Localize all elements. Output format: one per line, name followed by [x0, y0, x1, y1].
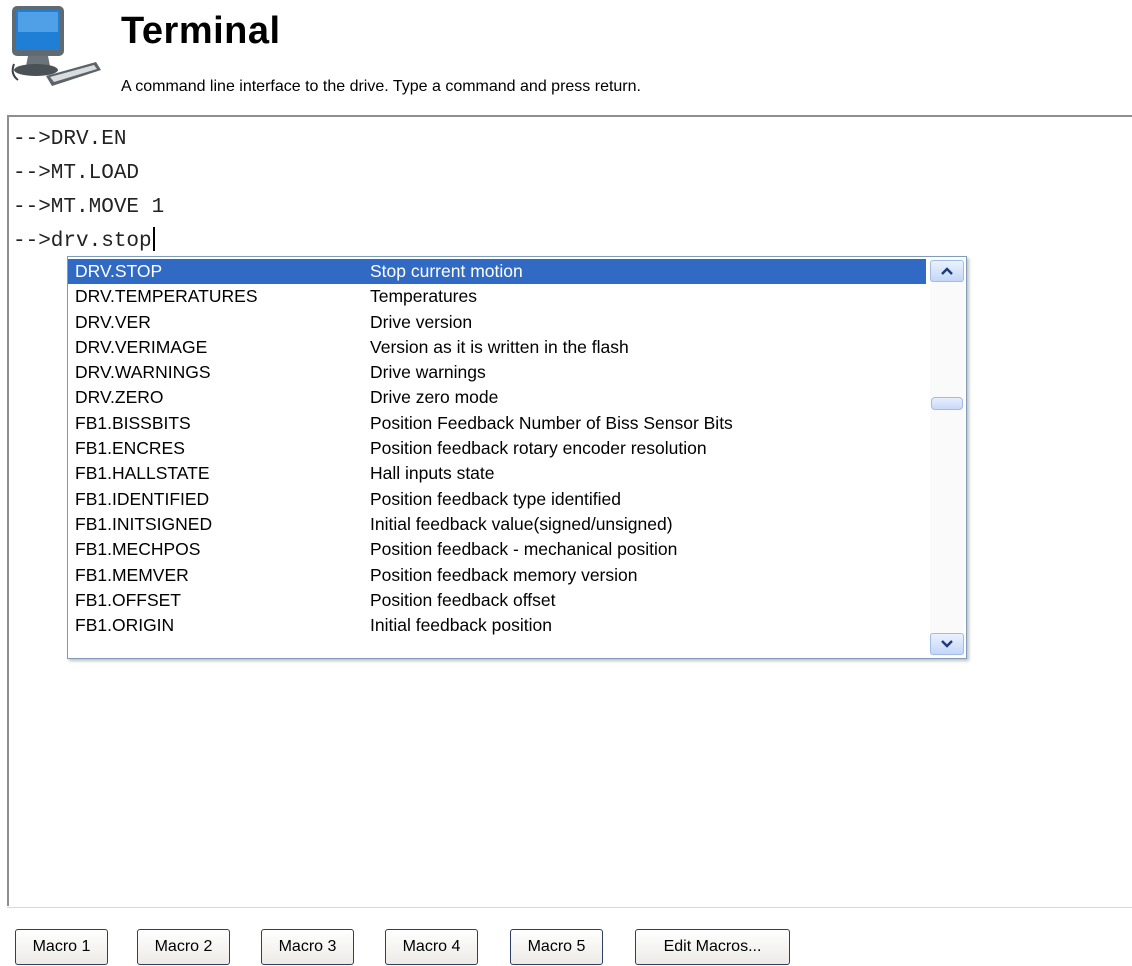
autocomplete-description: Drive version — [370, 311, 473, 332]
scroll-thumb[interactable] — [931, 397, 963, 410]
autocomplete-command: DRV.STOP — [75, 261, 163, 281]
autocomplete-description: Initial feedback value(signed/unsigned) — [370, 513, 673, 534]
autocomplete-item[interactable]: DRV.VERIMAGE Version as it is written in … — [68, 335, 926, 360]
autocomplete-command: FB1.OFFSET — [75, 589, 181, 610]
autocomplete-item[interactable]: FB1.ENCRES Position feedback rotary encod… — [68, 436, 926, 461]
page-title: Terminal — [121, 10, 281, 52]
terminal-input-line[interactable]: -->drv.stop — [13, 225, 164, 259]
macro-4-button[interactable]: Macro 4 — [385, 929, 478, 965]
autocomplete-description: Position feedback rotary encoder resolut… — [370, 438, 707, 459]
chevron-up-icon — [940, 266, 954, 276]
autocomplete-description: Stop current motion — [370, 261, 523, 281]
page-subtitle: A command line interface to the drive. T… — [121, 78, 641, 95]
autocomplete-item[interactable]: FB1.BISSBITS Position Feedback Number of … — [68, 411, 926, 436]
macro-5-button[interactable]: Macro 5 — [510, 929, 603, 965]
autocomplete-command: FB1.BISSBITS — [75, 412, 191, 433]
autocomplete-description: Drive zero mode — [370, 387, 499, 408]
autocomplete-item[interactable]: DRV.TEMPERATURES Temperatures — [68, 284, 926, 309]
autocomplete-command: FB1.HALLSTATE — [75, 463, 210, 484]
autocomplete-command: DRV.WARNINGS — [75, 362, 211, 383]
autocomplete-description: Position feedback - mechanical position — [370, 539, 678, 560]
text-caret — [152, 227, 155, 251]
autocomplete-scrollbar[interactable] — [930, 259, 964, 656]
autocomplete-command: FB1.MEMVER — [75, 564, 189, 585]
scroll-down-button[interactable] — [930, 633, 964, 655]
autocomplete-item[interactable]: FB1.INITSIGNED Initial feedback value(sig… — [68, 512, 926, 537]
autocomplete-description: Position feedback type identified — [370, 488, 621, 509]
autocomplete-description: Position feedback memory version — [370, 564, 638, 585]
autocomplete-item[interactable]: FB1.MECHPOS Position feedback - mechanica… — [68, 537, 926, 562]
terminal-output: -->DRV.EN -->MT.LOAD -->MT.MOVE 1 -->drv… — [13, 123, 164, 259]
autocomplete-description: Position Feedback Number of Biss Sensor … — [370, 412, 733, 433]
macro-2-button[interactable]: Macro 2 — [137, 929, 230, 965]
autocomplete-command: FB1.IDENTIFIED — [75, 488, 210, 509]
autocomplete-command: DRV.TEMPERATURES — [75, 286, 258, 307]
autocomplete-item[interactable]: DRV.STOP Stop current motion — [68, 259, 926, 285]
terminal-input-text[interactable]: -->drv.stop — [13, 230, 152, 253]
terminal-line: -->MT.MOVE 1 — [13, 196, 165, 219]
autocomplete-item[interactable]: FB1.ORIGIN Initial feedback position — [68, 613, 926, 638]
autocomplete-command: FB1.MECHPOS — [75, 539, 201, 560]
autocomplete-item[interactable]: FB1.OFFSET Position feedback offset — [68, 588, 926, 613]
terminal-line: -->DRV.EN — [13, 128, 127, 151]
divider — [7, 907, 1132, 908]
autocomplete-item[interactable]: FB1.MEMVER Position feedback memory versi… — [68, 563, 926, 588]
edit-macros-button[interactable]: Edit Macros... — [635, 929, 790, 965]
autocomplete-command: DRV.VERIMAGE — [75, 336, 208, 357]
autocomplete-description: Hall inputs state — [370, 463, 495, 484]
autocomplete-description: Initial feedback position — [370, 615, 552, 636]
computer-terminal-icon — [6, 4, 102, 96]
autocomplete-description: Drive warnings — [370, 362, 486, 383]
autocomplete-item[interactable]: DRV.WARNINGS Drive warnings — [68, 360, 926, 385]
terminal-line: -->MT.LOAD — [13, 162, 140, 185]
autocomplete-item[interactable]: DRV.VER Drive version — [68, 310, 926, 335]
autocomplete-description: Temperatures — [370, 286, 477, 307]
autocomplete-command: DRV.ZERO — [75, 387, 164, 408]
autocomplete-items: DRV.STOP Stop current motion DRV.TEMPERATU… — [68, 259, 926, 638]
autocomplete-description: Position feedback offset — [370, 589, 556, 610]
autocomplete-item[interactable]: FB1.IDENTIFIED Position feedback type ide… — [68, 487, 926, 512]
macro-3-button[interactable]: Macro 3 — [261, 929, 354, 965]
scroll-up-button[interactable] — [930, 260, 964, 282]
autocomplete-description: Version as it is written in the flash — [370, 336, 629, 357]
autocomplete-command: FB1.ORIGIN — [75, 615, 175, 636]
autocomplete-command: FB1.ENCRES — [75, 438, 185, 459]
autocomplete-item[interactable]: FB1.HALLSTATE Hall inputs state — [68, 461, 926, 486]
autocomplete-item[interactable]: DRV.ZERO Drive zero mode — [68, 385, 926, 410]
macro-1-button[interactable]: Macro 1 — [15, 929, 108, 965]
chevron-down-icon — [940, 639, 954, 649]
autocomplete-command: DRV.VER — [75, 311, 151, 332]
autocomplete-command: FB1.INITSIGNED — [75, 513, 213, 534]
command-autocomplete-list[interactable]: DRV.STOP Stop current motion DRV.TEMPERATU… — [67, 256, 967, 659]
